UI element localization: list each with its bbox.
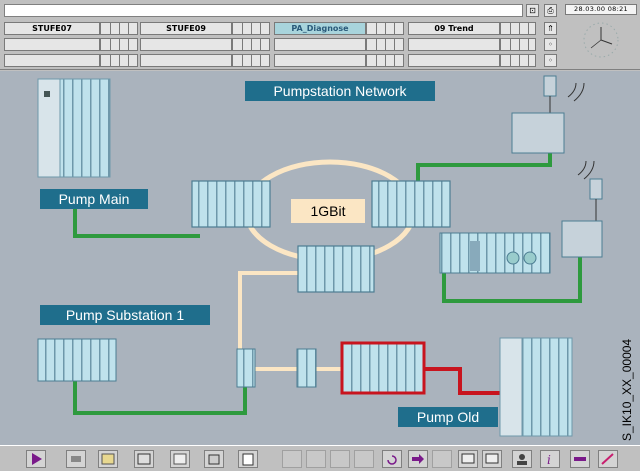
message-line [4,4,523,17]
print-icon[interactable]: ⎙ [544,4,557,17]
diagram-title: Pumpstation Network [245,81,435,101]
arrow-right-icon[interactable] [408,450,428,468]
nav-button-stufe07[interactable]: STUFE07 [4,22,100,35]
status-cells [100,22,138,35]
empty-nav-button[interactable] [140,38,232,51]
nav-button-pa-diagnose[interactable]: PA_Diagnose [274,22,366,35]
network-diagram [37,75,603,437]
window-icon[interactable] [134,450,154,468]
nav-up-icon[interactable] [306,450,326,468]
edit-icon[interactable] [598,450,618,468]
link-beige [238,271,300,361]
switch-ring-bottom [297,245,375,293]
status-cells [100,54,138,67]
info-icon[interactable]: i [540,450,560,468]
print-icon[interactable] [66,450,86,468]
status-cells [366,54,404,67]
plc-pump-main [37,78,111,178]
nav-down-icon[interactable] [330,450,350,468]
header-panel: ⊡ ⎙ 28.03.00 08:21 STUFE07 STUFE09 PA_Di… [0,0,640,70]
svg-text:i: i [547,453,551,467]
empty-nav-button[interactable] [140,54,232,67]
status-cells [100,38,138,51]
status-cells [366,22,404,35]
io-cluster [439,232,551,274]
nav-button-09-trend[interactable]: 09 Trend [408,22,500,35]
status-cells [232,38,270,51]
date-time: 28.03.00 08:21 [565,4,637,15]
status-cells [232,22,270,35]
switch-small-2 [296,348,317,388]
radio-station-mid [561,160,603,258]
switch-ring-left [191,180,271,228]
empty-nav-button[interactable] [4,54,100,67]
empty-nav-button[interactable] [274,54,366,67]
user-icon[interactable] [512,450,532,468]
nav-button-stufe09[interactable]: STUFE09 [140,22,232,35]
image-code: S_IK10_XX_00004 [620,338,634,441]
empty-nav-button[interactable] [274,38,366,51]
folder-icon[interactable] [98,450,118,468]
bottom-toolbar: i [0,445,640,471]
arrow-skip-icon[interactable] [432,450,452,468]
ring-speed-label: 1GBit [291,199,365,223]
link-green [73,209,200,238]
status-cells [232,54,270,67]
undo-icon[interactable] [382,450,402,468]
acknowledge-icon[interactable]: ⊡ [526,4,539,17]
empty-nav-button[interactable] [408,54,500,67]
status-cells [500,54,536,67]
clock-icon [583,22,619,58]
up-icon[interactable]: ⇑ [544,22,557,35]
screen2-icon[interactable] [482,450,502,468]
nav-icon[interactable]: ◦ [544,38,557,51]
empty-nav-button[interactable] [4,38,100,51]
play-icon[interactable] [26,450,46,468]
plc-substation [37,338,117,382]
report-icon[interactable] [238,450,258,468]
link-green [73,379,247,415]
status-cells [366,38,404,51]
empty-nav-button[interactable] [408,38,500,51]
screen-icon[interactable] [458,450,478,468]
status-cells [500,38,536,51]
switch-old-highlighted [340,341,426,395]
key-icon[interactable] [570,450,590,468]
label-pump-old: Pump Old [398,407,498,427]
link-red [425,367,500,395]
switch-small-1 [236,348,256,388]
status-cells [500,22,536,35]
calendar-icon[interactable] [170,450,190,468]
nav-left-icon[interactable] [282,450,302,468]
diagram-canvas: Pumpstation Network Pump Main Pump Subst… [0,71,640,445]
archive-icon[interactable] [204,450,224,468]
nav-right-icon[interactable] [354,450,374,468]
label-pump-main: Pump Main [40,189,148,209]
nav-icon[interactable]: ◦ [544,54,557,67]
plc-pump-old [499,337,573,437]
radio-station-top [511,75,585,154]
label-pump-substation: Pump Substation 1 [40,305,210,325]
switch-ring-right [371,180,451,228]
